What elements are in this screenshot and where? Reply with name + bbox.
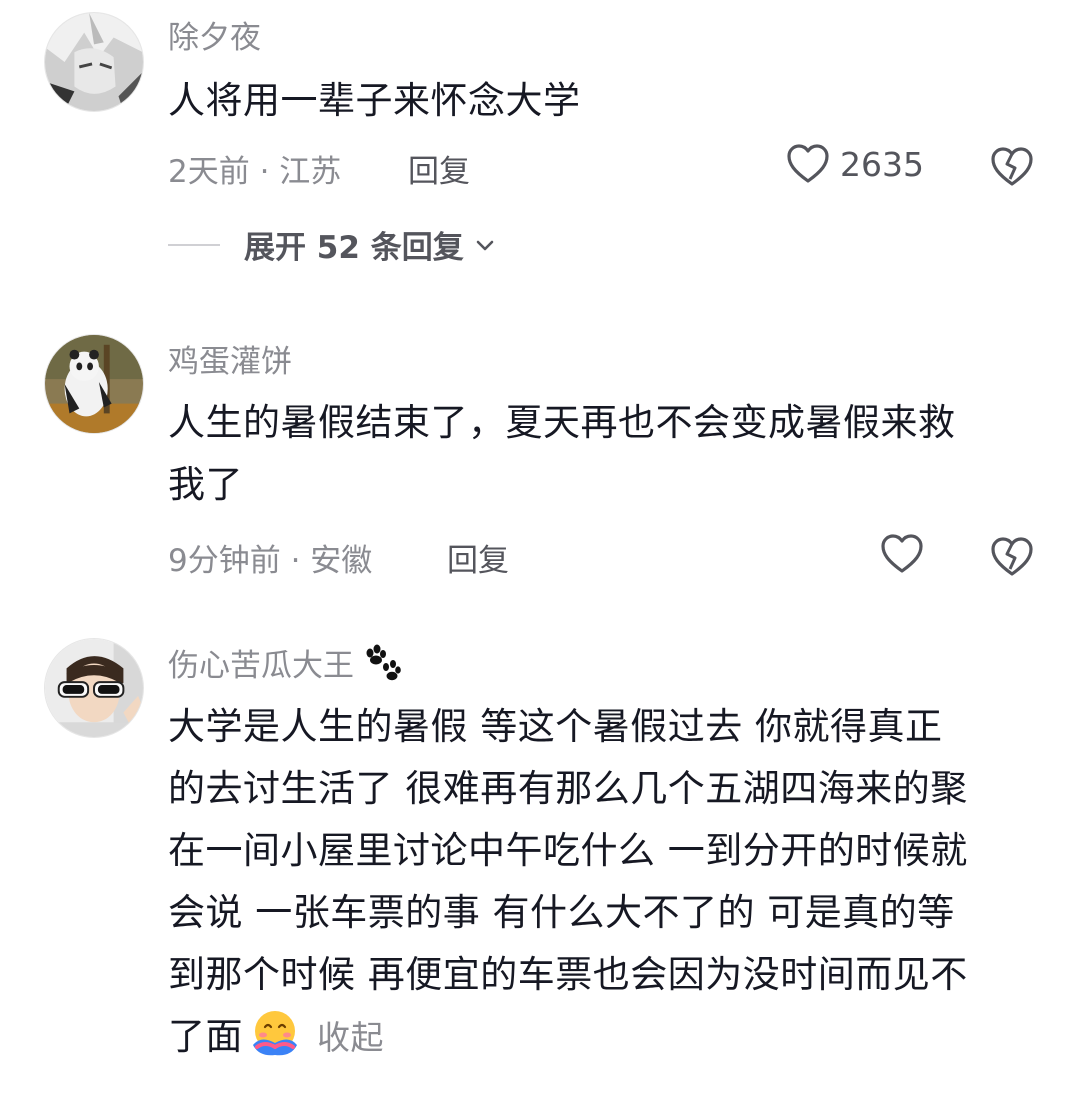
- anime-avatar-image: [45, 13, 143, 111]
- comment-meta: 9分钟前 · 安徽: [168, 543, 373, 579]
- username[interactable]: 伤心苦瓜大王: [168, 640, 402, 685]
- chevron-down-icon[interactable]: [474, 234, 496, 256]
- hugging-emoji: [253, 1011, 297, 1056]
- avatar[interactable]: [44, 334, 144, 434]
- comment-meta: 2天前 · 江苏: [168, 154, 342, 190]
- comment-text-line: 会说 一张车票的事 有什么大不了的 可是真的等: [168, 891, 955, 934]
- collapse-button[interactable]: 收起: [317, 1018, 384, 1057]
- heart-outline-icon: [881, 534, 923, 573]
- expand-replies-button[interactable]: 展开 52 条回复: [244, 222, 464, 267]
- comment-text-line: 到那个时候 再便宜的车票也会因为没时间而见不: [168, 953, 968, 996]
- panda-avatar-image: [45, 335, 143, 433]
- like-button[interactable]: [880, 534, 924, 574]
- divider-line: [168, 243, 220, 246]
- paw-prints-icon: [366, 644, 401, 680]
- username[interactable]: 除夕夜: [168, 12, 261, 57]
- comment-text-line: 人生的暑假结束了，夏天再也不会变成暑假来救: [168, 401, 956, 444]
- broken-heart-icon[interactable]: [990, 537, 1034, 577]
- like-count: 2635: [840, 144, 924, 184]
- comment-text-line: 我了: [168, 463, 243, 506]
- comment-text: 大学是人生的暑假 等这个暑假过去 你就得真正 的去讨生活了 很难再有那么几个五湖…: [168, 696, 1048, 1069]
- username[interactable]: 鸡蛋灌饼: [168, 336, 292, 381]
- comment-text-line-last: 了面 收起: [168, 1006, 1048, 1069]
- heart-outline-icon: [787, 144, 829, 183]
- comment-text-line: 大学是人生的暑假 等这个暑假过去 你就得真正: [168, 705, 943, 748]
- reply-button[interactable]: 回复: [408, 146, 470, 191]
- comment-text-line: 在一间小屋里讨论中午吃什么 一到分开的时候就: [168, 829, 968, 872]
- username-text: 伤心苦瓜大王: [168, 648, 354, 684]
- comment-text-line: 的去讨生活了 很难再有那么几个五湖四海来的聚: [168, 767, 968, 810]
- person-sunglasses-avatar-image: [45, 639, 143, 737]
- like-button[interactable]: 2635: [786, 144, 924, 184]
- comment-text: 人将用一辈子来怀念大学: [168, 79, 581, 122]
- reply-button[interactable]: 回复: [447, 535, 509, 580]
- comment-text-line: 了面: [168, 1015, 243, 1058]
- avatar[interactable]: [44, 12, 144, 112]
- comment-text: 人生的暑假结束了，夏天再也不会变成暑假来救 我了: [168, 392, 1048, 516]
- avatar[interactable]: [44, 638, 144, 738]
- broken-heart-icon[interactable]: [990, 147, 1034, 187]
- expand-replies: 展开 52 条回复: [168, 222, 496, 267]
